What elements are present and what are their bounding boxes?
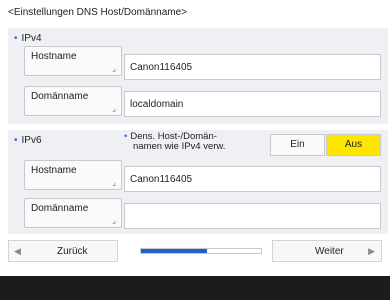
ipv6-domain-button[interactable]: Domänname ⌟: [24, 198, 122, 228]
footer-bar: [0, 276, 390, 300]
corner-arrow-icon: ⌟: [112, 104, 116, 113]
ipv4-label-text: IPv4: [21, 33, 42, 44]
progress-bar: [140, 248, 262, 254]
ipv6-hostname-input[interactable]: Canon116405: [124, 166, 381, 192]
ipv6-domain-button-label: Domänname: [31, 203, 89, 214]
back-button-label: Zurück: [57, 246, 88, 257]
ipv6-hostname-button[interactable]: Hostname ⌟: [24, 160, 122, 190]
next-button[interactable]: Weiter ▶: [272, 240, 382, 262]
ipv6-label-text: IPv6: [21, 135, 42, 146]
bullet-icon: •: [14, 33, 18, 44]
progress-fill: [141, 249, 207, 253]
ipv4-hostname-button[interactable]: Hostname ⌟: [24, 46, 122, 76]
bullet-icon: •: [14, 135, 18, 146]
next-button-label: Weiter: [315, 246, 344, 257]
toggle-ein-button[interactable]: Ein: [270, 134, 325, 156]
ipv4-hostname-input[interactable]: Canon116405: [124, 54, 381, 80]
back-button[interactable]: ◀ Zurück: [8, 240, 118, 262]
ipv4-domain-button[interactable]: Domänname ⌟: [24, 86, 122, 116]
ipv6-label: • IPv6: [14, 135, 42, 146]
ipv4-domain-input[interactable]: localdomain: [124, 91, 381, 117]
corner-arrow-icon: ⌟: [112, 178, 116, 187]
ipv4-section: • IPv4 Hostname ⌟ Canon116405 Domänname ⌟…: [8, 28, 388, 124]
right-arrow-icon: ▶: [368, 246, 375, 256]
ipv6-note-line2: namen wie IPv4 verw.: [133, 141, 226, 152]
ipv4-label: • IPv4: [14, 33, 42, 44]
bullet-icon: •: [124, 131, 128, 142]
ipv4-hostname-button-label: Hostname: [31, 51, 77, 62]
corner-arrow-icon: ⌟: [112, 216, 116, 225]
ipv6-section: • IPv6 • Dens. Host-/Domän- namen wie IPv4…: [8, 130, 388, 234]
bottom-navigation: ◀ Zurück Weiter ▶: [0, 240, 390, 262]
ipv4-domain-button-label: Domänname: [31, 91, 89, 102]
ipv6-same-as-ipv4-note: • Dens. Host-/Domän- namen wie IPv4 verw.: [124, 132, 225, 152]
ipv6-hostname-button-label: Hostname: [31, 165, 77, 176]
page-title: <Einstellungen DNS Host/Domänname>: [8, 7, 187, 18]
left-arrow-icon: ◀: [14, 246, 21, 256]
toggle-aus-button[interactable]: Aus: [326, 134, 381, 156]
ipv6-domain-input[interactable]: [124, 203, 381, 229]
corner-arrow-icon: ⌟: [112, 64, 116, 73]
